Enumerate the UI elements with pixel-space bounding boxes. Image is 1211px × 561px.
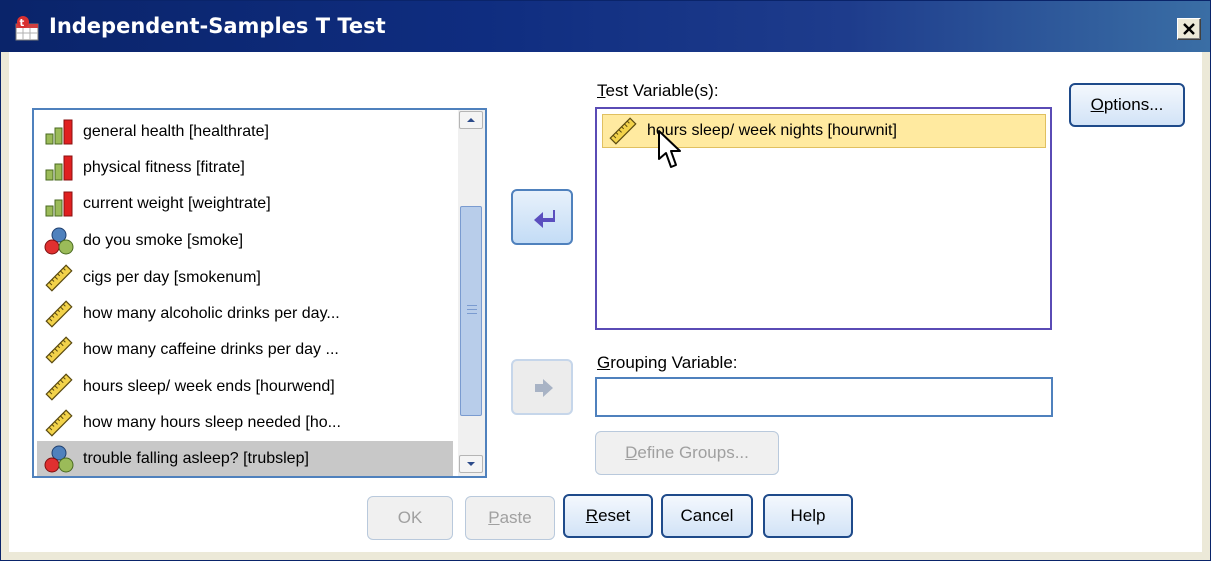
source-variable-item[interactable]: current weight [weightrate] [37, 186, 453, 221]
scroll-down-icon [467, 462, 475, 466]
reset-button[interactable]: Reset [563, 494, 653, 538]
source-variable-label: trouble falling asleep? [trubslep] [83, 449, 309, 467]
close-button[interactable] [1177, 18, 1201, 40]
source-variable-item[interactable]: do you smoke [smoke] [37, 223, 453, 258]
cancel-button[interactable]: Cancel [661, 494, 753, 538]
scroll-thumb[interactable] [460, 206, 482, 416]
grouping-variable-label: Grouping Variable: [597, 353, 738, 372]
arrow-left-icon [534, 210, 555, 228]
scale-ruler-icon [45, 335, 73, 364]
arrow-right-icon [535, 379, 553, 397]
source-variable-label: cigs per day [smokenum] [83, 268, 261, 286]
source-variable-label: general health [healthrate] [83, 122, 269, 140]
source-variable-item[interactable]: hours sleep/ week ends [hourwend] [37, 369, 453, 404]
paste-button[interactable]: Paste [465, 496, 555, 540]
scale-ruler-icon [45, 408, 73, 437]
move-to-test-variable-button[interactable] [511, 189, 573, 245]
source-variable-label: do you smoke [smoke] [83, 231, 244, 249]
grouping-variable-field[interactable] [595, 377, 1053, 417]
options-button[interactable]: Options... [1069, 83, 1185, 127]
ordinal-icon [45, 191, 73, 216]
svg-text:t: t [20, 18, 25, 29]
scale-ruler-icon [609, 117, 637, 145]
dialog-window: t Independent-Samples T Test general hea… [0, 0, 1211, 561]
source-variable-list[interactable]: general health [healthrate] physical fitn… [32, 108, 487, 478]
help-button[interactable]: Help [763, 494, 853, 538]
source-variable-item[interactable]: how many alcoholic drinks per day... [37, 296, 453, 331]
scroll-up-icon [467, 118, 475, 122]
vertical-scrollbar[interactable] [458, 110, 485, 476]
scale-ruler-icon [45, 372, 73, 401]
source-variable-item[interactable]: general health [healthrate] [37, 114, 453, 149]
scale-ruler-icon [45, 263, 73, 292]
scroll-up-button[interactable] [459, 111, 483, 129]
source-variable-item[interactable]: trouble falling asleep? [trubslep] [37, 441, 453, 476]
ordinal-icon [45, 119, 73, 144]
nominal-icon [44, 445, 74, 472]
source-variable-item[interactable]: cigs per day [smokenum] [37, 260, 453, 295]
ok-button[interactable]: OK [367, 496, 453, 540]
test-variable-label: hours sleep/ week nights [hourwnit] [647, 122, 897, 139]
mouse-cursor-icon [658, 130, 681, 168]
source-variable-label: current weight [weightrate] [83, 194, 271, 212]
ordinal-icon [45, 155, 73, 180]
source-variable-item[interactable]: how many hours sleep needed [ho... [37, 405, 453, 440]
nominal-icon [44, 227, 74, 254]
move-to-grouping-variable-button[interactable] [511, 359, 573, 415]
window-title: Independent-Samples T Test [49, 14, 386, 38]
close-icon [1183, 23, 1195, 35]
source-variable-label: how many caffeine drinks per day ... [83, 340, 339, 358]
source-variable-label: physical fitness [fitrate] [83, 158, 245, 176]
source-variable-label: how many alcoholic drinks per day... [83, 304, 340, 322]
define-groups-button[interactable]: Define Groups... [595, 431, 779, 475]
source-variable-label: how many hours sleep needed [ho... [83, 413, 341, 431]
source-variable-label: hours sleep/ week ends [hourwend] [83, 377, 335, 395]
source-variable-item[interactable]: physical fitness [fitrate] [37, 150, 453, 185]
title-bar[interactable]: t Independent-Samples T Test [1, 1, 1210, 52]
spss-app-icon: t [15, 16, 39, 41]
source-variable-item[interactable]: how many caffeine drinks per day ... [37, 332, 453, 367]
scroll-down-button[interactable] [459, 455, 483, 473]
scale-ruler-icon [45, 299, 73, 328]
test-variables-label: Test Variable(s): [597, 81, 719, 100]
